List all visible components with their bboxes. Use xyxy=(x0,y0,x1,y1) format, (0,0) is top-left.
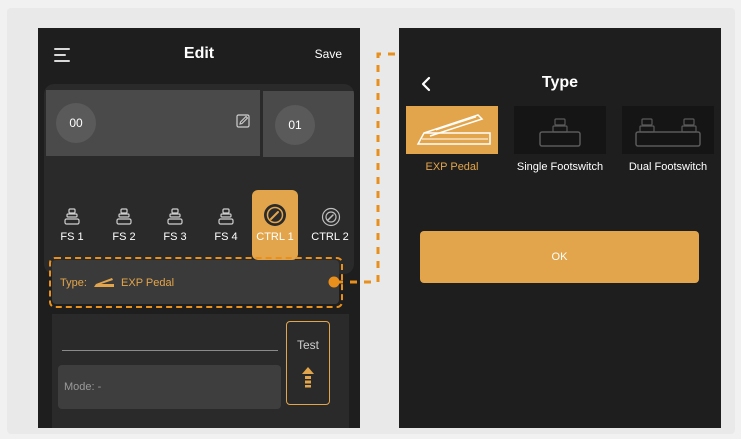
footswitch-icon xyxy=(218,208,234,225)
footswitch-fs2[interactable]: FS 2 xyxy=(104,190,144,264)
footswitch-label: CTRL 1 xyxy=(256,231,294,243)
footswitch-label: FS 3 xyxy=(163,231,187,243)
knob-icon xyxy=(264,204,286,226)
mode-field[interactable]: Mode: - xyxy=(58,365,281,409)
footswitch-fs1[interactable]: FS 1 xyxy=(52,190,92,264)
preset-number: 01 xyxy=(275,105,315,145)
page-title: Type xyxy=(541,74,579,91)
page-title: Edit xyxy=(183,45,215,62)
option-label: EXP Pedal xyxy=(425,161,479,173)
footswitch-icon xyxy=(167,208,183,225)
footswitch-ctrl1[interactable]: CTRL 1 xyxy=(252,190,298,260)
type-option-single-footswitch[interactable]: Single Footswitch xyxy=(514,106,606,176)
preset-number: 00 xyxy=(56,103,96,143)
stage: Edit Save 00 01 FS 1 FS 2 FS 3 FS 4 CTRL… xyxy=(0,0,741,439)
preset-card-00[interactable]: 00 xyxy=(46,90,260,156)
footswitch-fs3[interactable]: FS 3 xyxy=(155,190,195,264)
type-option-dual-footswitch[interactable]: Dual Footswitch xyxy=(622,106,714,176)
exp-pedal-icon xyxy=(416,114,491,145)
knob-icon xyxy=(321,207,341,227)
test-button-label: Test xyxy=(296,338,319,352)
highlight-outline xyxy=(49,257,343,308)
edit-pencil-icon[interactable] xyxy=(236,114,250,128)
save-button[interactable]: Save xyxy=(315,47,342,61)
preset-card-01[interactable]: 01 xyxy=(263,91,354,157)
footswitch-label: FS 2 xyxy=(112,231,136,243)
edit-screen: Edit Save 00 01 FS 1 FS 2 FS 3 FS 4 CTRL… xyxy=(38,28,360,428)
option-label: Single Footswitch xyxy=(516,161,604,173)
presets-panel: 00 01 FS 1 FS 2 FS 3 FS 4 CTRL 1 CTRL 2 xyxy=(44,84,354,274)
divider xyxy=(62,350,278,351)
footswitch-label: FS 1 xyxy=(60,231,84,243)
ok-button[interactable]: OK xyxy=(420,231,699,283)
footswitch-row: FS 1 FS 2 FS 3 FS 4 CTRL 1 CTRL 2 xyxy=(44,190,354,264)
type-screen: Type EXP Pedal Single Footswitch Dual Fo… xyxy=(399,28,721,428)
single-footswitch-icon xyxy=(539,118,581,147)
footswitch-label: CTRL 2 xyxy=(311,231,349,243)
footswitch-fs4[interactable]: FS 4 xyxy=(206,190,246,264)
dual-footswitch-icon xyxy=(635,118,701,147)
footswitch-ctrl2[interactable]: CTRL 2 xyxy=(310,190,350,264)
footswitch-label: FS 4 xyxy=(214,231,238,243)
mode-field-label: Mode: - xyxy=(64,381,102,393)
footswitch-icon xyxy=(64,208,80,225)
option-tile xyxy=(406,106,498,154)
option-tile xyxy=(514,106,606,154)
test-button[interactable]: Test xyxy=(286,321,330,405)
top-bar: Edit Save xyxy=(38,28,360,80)
option-label: Dual Footswitch xyxy=(628,161,708,173)
settings-panel: Mode: - Test xyxy=(52,314,349,428)
footswitch-icon xyxy=(116,208,132,225)
option-tile xyxy=(622,106,714,154)
arrow-up-icon xyxy=(302,367,314,388)
type-option-exp-pedal[interactable]: EXP Pedal xyxy=(406,106,498,176)
